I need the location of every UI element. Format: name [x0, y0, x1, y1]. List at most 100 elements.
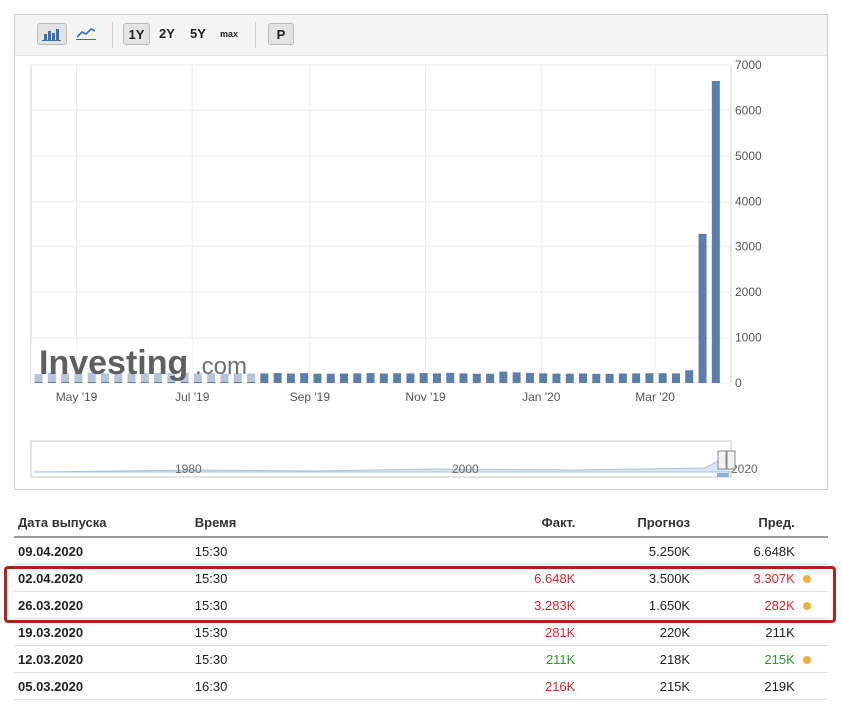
bar[interactable]	[260, 373, 269, 383]
navigator: 1980 2000 2020	[30, 440, 758, 478]
bar[interactable]	[472, 373, 481, 383]
bar[interactable]	[605, 373, 614, 383]
bar[interactable]	[273, 373, 282, 383]
x-tick-label: Mar '20	[635, 390, 675, 404]
plot-area	[30, 64, 732, 384]
row-forecast: 5.250K	[579, 537, 695, 565]
header-date[interactable]: Дата выпуска	[14, 508, 191, 538]
x-axis: May '19 Jul '19 Sep '19 Nov '19 Jan '20 Mar '…	[56, 390, 676, 404]
y-tick-label: 6000	[735, 103, 762, 117]
bar[interactable]	[671, 373, 680, 383]
range-5y-button[interactable]: 5Y	[185, 23, 211, 45]
chart-panel: 1Y 2Y 5Y max P 0 1000 2000 3000 4000 5000 6000…	[14, 14, 828, 490]
header-actual[interactable]: Факт.	[342, 508, 580, 538]
p-button[interactable]: P	[268, 23, 294, 45]
row-date: 12.03.2020	[14, 645, 191, 673]
bar[interactable]	[300, 373, 309, 383]
row-previous: 219K	[694, 672, 799, 700]
row-previous: 6.648K	[694, 537, 799, 565]
row-time: 16:30	[190, 672, 343, 700]
highlight-box	[4, 566, 836, 623]
y-tick-label: 3000	[735, 240, 762, 254]
row-forecast: 218K	[579, 645, 695, 673]
header-time[interactable]: Время	[190, 508, 343, 538]
navigator-handle-left[interactable]	[717, 450, 727, 470]
bar-chart: 0 1000 2000 3000 4000 5000 6000 7000 May '19 Jul…	[30, 58, 762, 478]
bar[interactable]	[393, 373, 402, 383]
bar[interactable]	[512, 372, 521, 383]
header-previous[interactable]: Пред.	[694, 508, 799, 538]
range-2y-button[interactable]: 2Y	[154, 23, 180, 45]
toolbar-divider	[255, 22, 256, 48]
row-revised	[798, 645, 828, 673]
table-row[interactable]: 12.03.2020 15:30 211K 218K 215K	[14, 645, 828, 673]
bar[interactable]	[565, 373, 574, 383]
y-tick-label: 5000	[735, 149, 762, 163]
bar[interactable]	[499, 371, 508, 383]
x-tick-label: May '19	[56, 390, 98, 404]
bar[interactable]	[432, 373, 441, 383]
bar[interactable]	[539, 373, 548, 383]
line-chart-button[interactable]	[71, 23, 101, 45]
x-tick-label: Nov '19	[405, 390, 446, 404]
toolbar-divider	[112, 22, 113, 48]
navigator-selection[interactable]	[717, 473, 729, 477]
row-forecast: 215K	[579, 672, 695, 700]
navigator-label-1980: 1980	[175, 462, 202, 476]
header-forecast[interactable]: Прогноз	[579, 508, 695, 538]
bar[interactable]	[379, 373, 388, 383]
bar[interactable]	[486, 373, 495, 383]
y-tick-label: 4000	[735, 194, 762, 208]
row-revised	[798, 537, 828, 565]
bar[interactable]	[459, 373, 468, 383]
bar[interactable]	[658, 373, 667, 383]
bar-chart-icon	[42, 29, 61, 41]
table-row[interactable]: 09.04.2020 15:30 5.250K 6.648K	[14, 537, 828, 565]
navigator-label-2000: 2000	[452, 462, 479, 476]
bar[interactable]	[645, 373, 654, 383]
x-tick-label: Sep '19	[290, 390, 331, 404]
watermark-suffix: .com	[195, 353, 247, 380]
row-date: 05.03.2020	[14, 672, 191, 700]
y-axis: 0 1000 2000 3000 4000 5000 6000 7000	[735, 58, 762, 390]
bar[interactable]	[353, 373, 362, 383]
x-tick-label: Jan '20	[522, 390, 561, 404]
revised-dot-icon	[802, 655, 811, 664]
row-previous: 215K	[694, 645, 799, 673]
bar[interactable]	[340, 373, 349, 383]
watermark-brand: Investing	[39, 344, 188, 382]
row-actual: 211K	[342, 645, 580, 673]
bar[interactable]	[579, 373, 588, 383]
bar[interactable]	[552, 373, 561, 383]
bar[interactable]	[698, 233, 707, 383]
bar[interactable]	[313, 373, 322, 383]
bar[interactable]	[446, 372, 455, 383]
y-tick-label: 0	[735, 376, 742, 390]
table-header-row: Дата выпуска Время Факт. Прогноз Пред.	[14, 508, 828, 538]
row-time: 15:30	[190, 537, 343, 565]
bar[interactable]	[618, 373, 627, 383]
bar[interactable]	[685, 370, 694, 383]
bar[interactable]	[711, 80, 720, 384]
investing-logo: Investing .com	[31, 342, 255, 382]
navigator-handle-right[interactable]	[726, 450, 736, 470]
bar[interactable]	[326, 373, 335, 383]
bar[interactable]	[592, 373, 601, 383]
range-1y-button[interactable]: 1Y	[123, 23, 150, 45]
row-time: 15:30	[190, 645, 343, 673]
bar[interactable]	[525, 372, 534, 383]
row-actual: 216K	[342, 672, 580, 700]
table-row[interactable]: 05.03.2020 16:30 216K 215K 219K	[14, 672, 828, 700]
x-tick-label: Jul '19	[175, 390, 210, 404]
range-max-button[interactable]: max	[214, 23, 244, 45]
bar[interactable]	[419, 373, 428, 383]
row-revised	[798, 672, 828, 700]
bar-chart-button[interactable]	[37, 23, 67, 45]
y-tick-label: 1000	[735, 331, 762, 345]
bar[interactable]	[366, 373, 375, 383]
bar[interactable]	[632, 373, 641, 383]
y-tick-label: 7000	[735, 58, 762, 72]
bar[interactable]	[286, 373, 295, 383]
bar[interactable]	[406, 373, 415, 383]
row-date: 09.04.2020	[14, 537, 191, 565]
